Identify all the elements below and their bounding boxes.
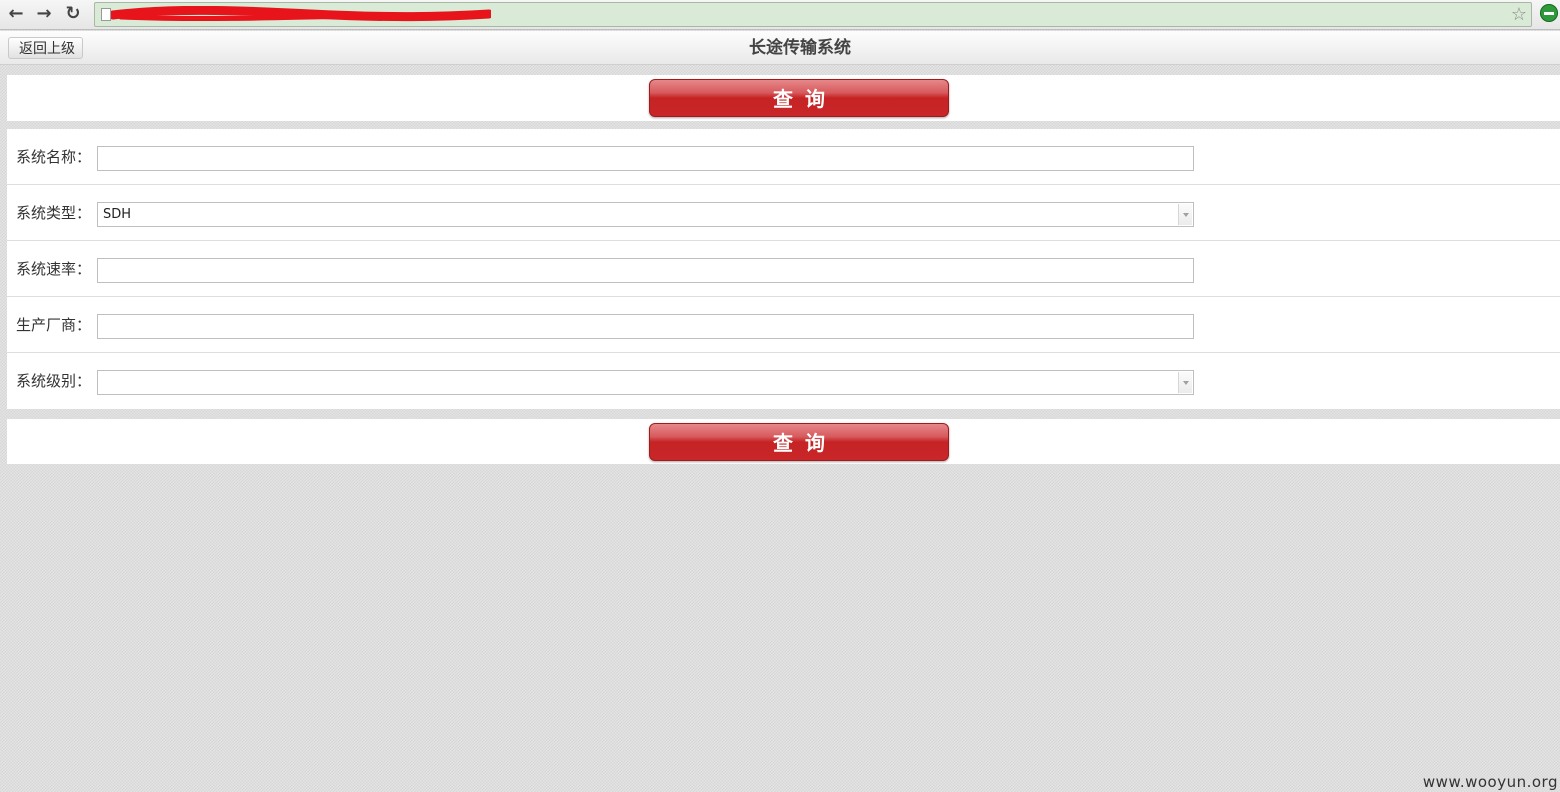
system-name-input[interactable] (97, 146, 1194, 171)
query-button-top[interactable]: 查询 (649, 79, 949, 117)
field-label: 系统速率： (16, 260, 92, 278)
field-label: 系统名称： (16, 148, 92, 166)
back-arrow-icon[interactable]: ← (5, 3, 27, 25)
query-button-bottom[interactable]: 查询 (649, 423, 949, 461)
manufacturer-input[interactable] (97, 314, 1194, 339)
system-rate-input[interactable] (97, 258, 1194, 283)
form-row-manufacturer: 生产厂商： (7, 297, 1560, 353)
bookmark-star-icon[interactable]: ☆ (1511, 4, 1527, 26)
browser-toolbar: ← → ↻ ☆ (0, 0, 1560, 30)
address-bar[interactable]: ☆ (94, 2, 1532, 27)
search-form: 系统名称： 系统类型： SDH 系统速率： 生产厂商： 系统级别： (7, 129, 1560, 409)
system-level-select[interactable] (97, 370, 1194, 395)
select-value: SDH (103, 207, 132, 222)
page-header: 长途传输系统 返回上级 (0, 31, 1560, 65)
page-icon (101, 8, 111, 21)
form-row-system-type: 系统类型： SDH (7, 185, 1560, 241)
chevron-down-icon[interactable] (1178, 372, 1192, 393)
extension-icon[interactable] (1540, 4, 1558, 22)
field-label: 生产厂商： (16, 316, 92, 334)
watermark: www.wooyun.org (1422, 773, 1558, 791)
form-row-system-level: 系统级别： (7, 353, 1560, 409)
system-type-select[interactable]: SDH (97, 202, 1194, 227)
back-button[interactable]: 返回上级 (8, 37, 83, 59)
forward-arrow-icon[interactable]: → (33, 3, 55, 25)
form-row-system-rate: 系统速率： (7, 241, 1560, 297)
page-title: 长途传输系统 (749, 38, 851, 58)
top-action-panel: 查询 (7, 75, 1560, 121)
reload-icon[interactable]: ↻ (62, 3, 84, 25)
bottom-action-panel: 查询 (7, 419, 1560, 464)
field-label: 系统类型： (16, 204, 92, 222)
form-row-system-name: 系统名称： (7, 129, 1560, 185)
field-label: 系统级别： (16, 372, 92, 390)
chevron-down-icon[interactable] (1178, 204, 1192, 225)
redaction-scribble (111, 6, 491, 22)
